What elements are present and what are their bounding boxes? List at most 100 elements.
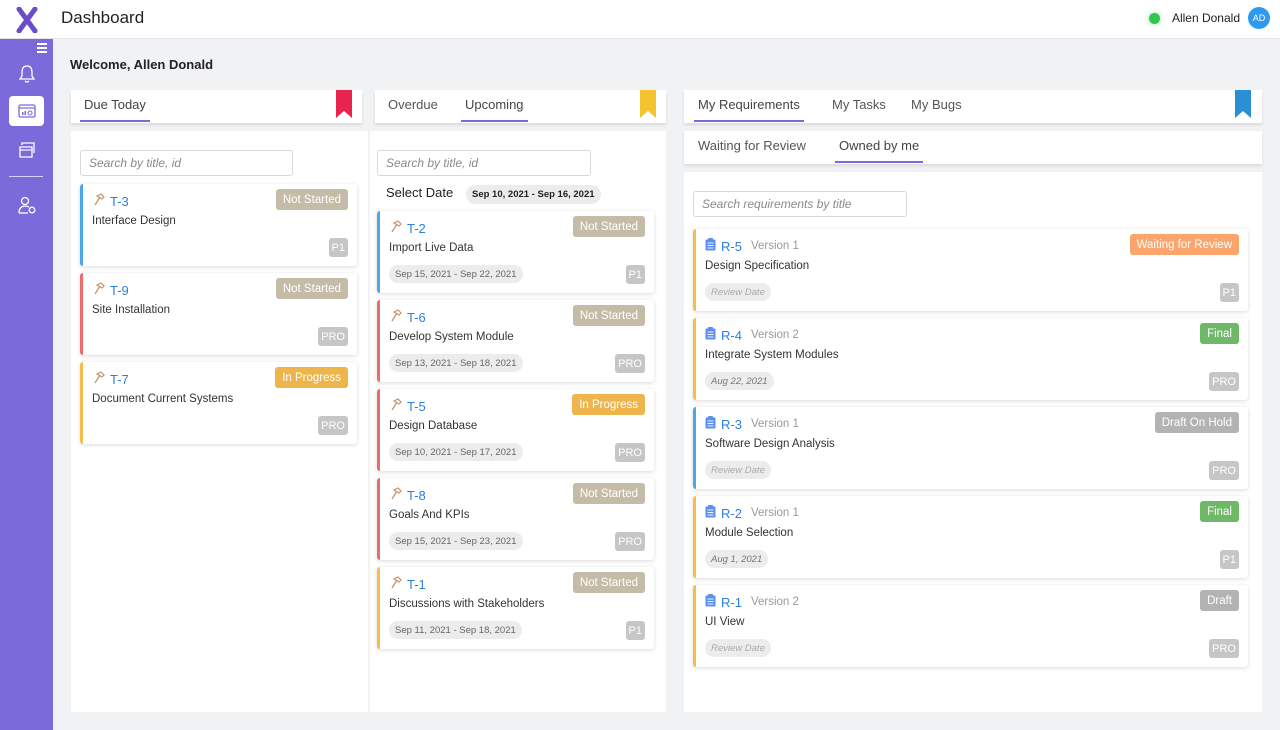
task-title: Develop System Module [389, 331, 514, 343]
hammer-icon [389, 576, 402, 592]
requirement-version: Version 2 [750, 596, 799, 608]
task-id-row: T-3 [92, 193, 129, 209]
task-id-link[interactable]: T-9 [110, 283, 129, 298]
welcome-message: Welcome, Allen Donald [70, 57, 214, 72]
task-card[interactable]: T-9 Site Installation Not Started PRO [80, 273, 357, 355]
requirement-card[interactable]: R-4 Version 2 Integrate System Modules Fina… [693, 318, 1248, 400]
task-id-link[interactable]: T-5 [407, 399, 426, 414]
date-range-chip: Sep 11, 2021 - Sep 18, 2021 [389, 621, 522, 639]
tab-my-requirements[interactable]: My Requirements [694, 97, 804, 122]
app-logo[interactable] [0, 0, 53, 39]
page-title: Dashboard [61, 8, 145, 27]
requirement-card[interactable]: R-5 Version 1 Design Specification Waiting … [693, 229, 1248, 311]
review-date-chip[interactable]: Review Date [705, 639, 771, 657]
requirement-version: Version 1 [750, 240, 799, 252]
requirement-card[interactable]: R-3 Version 1 Software Design Analysis Draf… [693, 407, 1248, 489]
clipboard-icon [705, 416, 716, 432]
task-title: Goals And KPIs [389, 509, 470, 521]
tab-owned-by-me[interactable]: Owned by me [835, 138, 924, 163]
priority-badge: P1 [625, 265, 645, 284]
status-badge: In Progress [275, 367, 348, 388]
requirement-title: Software Design Analysis [705, 438, 835, 450]
task-card[interactable]: T-5 Design Database In Progress PRO Sep 10, … [377, 389, 654, 471]
sidebar-divider [9, 176, 43, 177]
clipboard-icon [705, 594, 716, 610]
task-id-row: T-8 [389, 487, 426, 503]
requirement-id-link[interactable]: R-1 [721, 595, 742, 610]
tab-overdue[interactable]: Overdue [384, 97, 442, 120]
task-card[interactable]: T-7 Document Current Systems In Progress PR… [80, 362, 357, 444]
task-card[interactable]: T-8 Goals And KPIs Not Started PRO Sep 15, 2… [377, 478, 654, 560]
review-date-chip[interactable]: Aug 1, 2021 [705, 550, 769, 568]
task-card[interactable]: T-1 Discussions with Stakeholders Not Star… [377, 567, 654, 649]
user-menu[interactable]: Allen Donald AD [1148, 7, 1270, 29]
task-id-link[interactable]: T-6 [407, 310, 426, 325]
hammer-icon [92, 282, 105, 298]
date-range-picker[interactable]: Sep 10, 2021 - Sep 16, 2021 [466, 185, 601, 204]
requirement-version: Version 1 [750, 418, 799, 430]
requirement-card[interactable]: R-2 Version 1 Module Selection Final P1 Aug 1… [693, 496, 1248, 578]
review-date-chip[interactable]: Aug 22, 2021 [705, 372, 774, 390]
task-id-link[interactable]: T-8 [407, 488, 426, 503]
task-id-row: T-6 [389, 309, 426, 325]
task-id-link[interactable]: T-3 [110, 194, 129, 209]
requirement-id-link[interactable]: R-5 [721, 239, 742, 254]
tab-waiting-for-review[interactable]: Waiting for Review [694, 138, 810, 161]
due-search-input[interactable] [80, 150, 293, 176]
status-badge: Not Started [572, 216, 645, 237]
priority-badge: PRO [615, 532, 645, 551]
requirements-search-input[interactable] [693, 191, 907, 217]
folder-icon [18, 142, 35, 158]
requirement-id-link[interactable]: R-2 [721, 506, 742, 521]
requirement-id-link[interactable]: R-4 [721, 328, 742, 343]
clipboard-icon [705, 238, 716, 254]
task-card[interactable]: T-6 Develop System Module Not Started PRO Se… [377, 300, 654, 382]
requirement-title: Integrate System Modules [705, 349, 839, 361]
bell-icon [18, 65, 35, 83]
avatar[interactable]: AD [1248, 7, 1270, 29]
priority-badge: PRO [318, 327, 348, 346]
upcoming-search-input[interactable] [377, 150, 591, 176]
task-card[interactable]: T-3 Interface Design Not Started P1 [80, 184, 357, 266]
requirement-id-row: R-5 Version 1 [705, 238, 799, 254]
status-badge: Not Started [572, 483, 645, 504]
requirement-version: Version 1 [750, 507, 799, 519]
sidebar [0, 39, 53, 730]
priority-badge: PRO [615, 354, 645, 373]
priority-badge: PRO [318, 416, 348, 435]
date-range-chip: Sep 13, 2021 - Sep 18, 2021 [389, 354, 523, 372]
priority-badge: P1 [625, 621, 645, 640]
requirement-id-link[interactable]: R-3 [721, 417, 742, 432]
requirement-card[interactable]: R-1 Version 2 UI View Draft PRO Review Date [693, 585, 1248, 667]
date-range-chip: Sep 15, 2021 - Sep 23, 2021 [389, 532, 523, 550]
tab-upcoming[interactable]: Upcoming [461, 97, 528, 122]
status-badge: In Progress [572, 394, 645, 415]
tab-due-today[interactable]: Due Today [80, 97, 150, 122]
sidebar-item-projects[interactable] [9, 135, 44, 165]
hammer-icon [389, 398, 402, 414]
sidebar-item-notifications[interactable] [9, 59, 44, 89]
task-id-link[interactable]: T-7 [110, 372, 129, 387]
task-id-link[interactable]: T-2 [407, 221, 426, 236]
task-id-link[interactable]: T-1 [407, 577, 426, 592]
task-card[interactable]: T-2 Import Live Data Not Started P1 Sep 15, … [377, 211, 654, 293]
requirements-subtabbar: Waiting for Review Owned by me [684, 131, 1262, 164]
hamburger-menu-icon[interactable] [37, 43, 47, 55]
select-date-label: Select Date [386, 185, 454, 200]
review-date-chip[interactable]: Review Date [705, 283, 771, 301]
date-range-chip: Sep 15, 2021 - Sep 22, 2021 [389, 265, 523, 283]
tab-my-bugs[interactable]: My Bugs [907, 97, 966, 120]
sidebar-item-dashboard[interactable] [9, 96, 44, 126]
hammer-icon [389, 220, 402, 236]
requirement-id-row: R-3 Version 1 [705, 416, 799, 432]
review-date-chip[interactable]: Review Date [705, 461, 771, 479]
logo-x-icon [16, 6, 37, 33]
task-id-row: T-2 [389, 220, 426, 236]
status-badge: Not Started [572, 305, 645, 326]
sidebar-item-account[interactable] [9, 190, 44, 220]
tab-my-tasks[interactable]: My Tasks [828, 97, 890, 120]
status-badge: Not Started [275, 189, 348, 210]
upcoming-tabbar: Overdue Upcoming [375, 90, 666, 123]
priority-badge: PRO [1209, 639, 1239, 658]
task-title: Design Database [389, 420, 478, 432]
